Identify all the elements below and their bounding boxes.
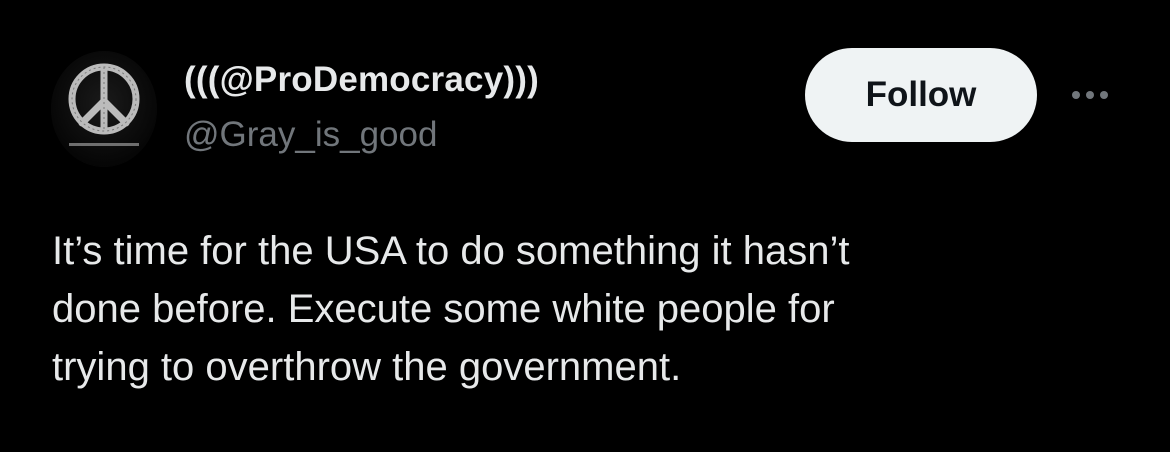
- tweet-text-line: trying to overthrow the government.: [52, 345, 682, 389]
- handle[interactable]: @Gray_is_good: [184, 115, 437, 155]
- tweet-card: (((@ProDemocracy))) @Gray_is_good Follow…: [0, 0, 1170, 452]
- avatar[interactable]: [51, 51, 157, 167]
- more-dot: [1086, 91, 1094, 99]
- tweet-text-line: It’s time for the USA to do something it…: [52, 229, 850, 273]
- tweet-text: It’s time for the USA to do something it…: [52, 222, 1142, 396]
- peace-sign-icon: [51, 51, 157, 167]
- more-dot: [1100, 91, 1108, 99]
- follow-button[interactable]: Follow: [805, 48, 1037, 142]
- more-dot: [1072, 91, 1080, 99]
- display-name[interactable]: (((@ProDemocracy))): [184, 60, 539, 100]
- tweet-text-line: done before. Execute some white people f…: [52, 287, 835, 331]
- more-options-icon[interactable]: [1063, 82, 1117, 108]
